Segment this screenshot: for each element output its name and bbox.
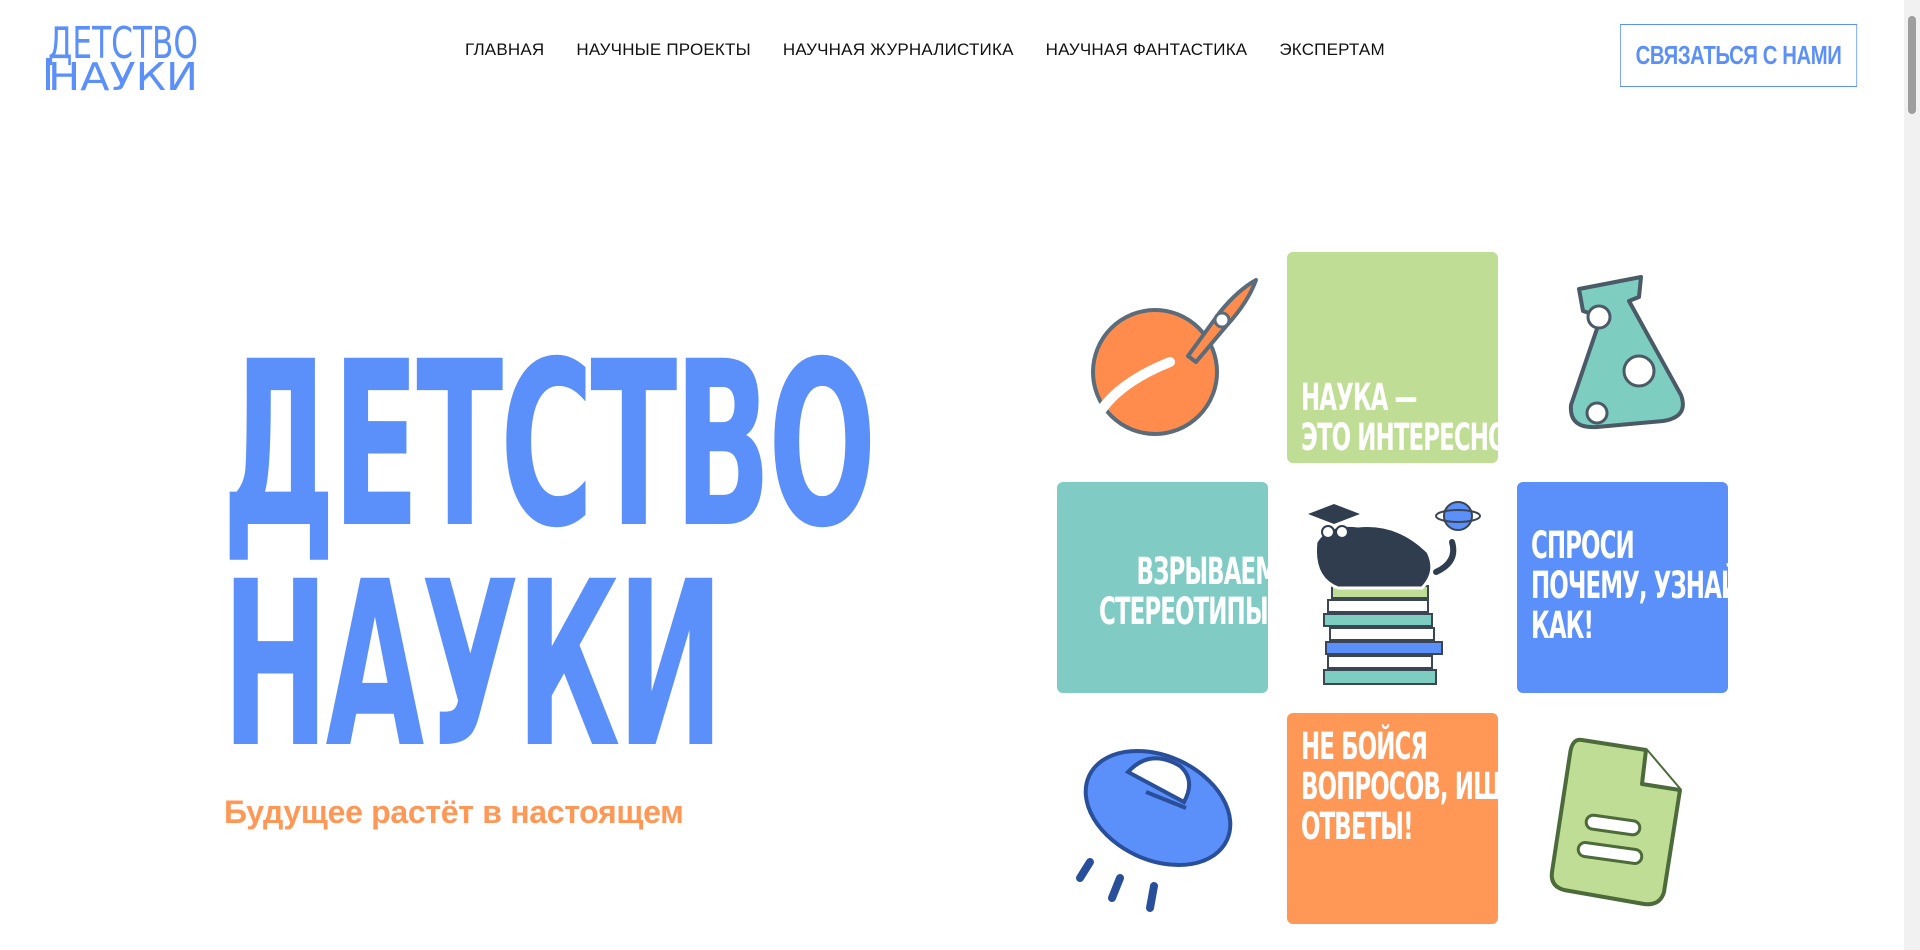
nav-item-home[interactable]: ГЛАВНАЯ bbox=[465, 40, 544, 60]
nav-item-science-journalism[interactable]: НАУЧНАЯ ЖУРНАЛИСТИКА bbox=[783, 40, 1014, 60]
site-logo[interactable]: ДЕТСТВО НАУКИ bbox=[46, 18, 202, 94]
tile-science-interesting: НАУКА — ЭТО ИНТЕРЕСНО! bbox=[1287, 252, 1517, 463]
ufo-icon bbox=[1058, 728, 1268, 933]
hero-title-line2: НАУКИ bbox=[222, 532, 724, 798]
page: ДЕТСТВО НАУКИ ГЛАВНАЯ НАУЧНЫЕ ПРОЕКТЫ НА… bbox=[0, 0, 1904, 950]
tile-ask-why: СПРОСИ ПОЧЕМУ, УЗНАЙ КАК! bbox=[1517, 482, 1740, 693]
hero-title-line1: ДЕТСТВО bbox=[222, 312, 877, 578]
tile-teal-line2: СТЕРЕОТИПЫ! bbox=[1099, 590, 1278, 633]
nav-item-science-fiction[interactable]: НАУЧНАЯ ФАНТАСТИКА bbox=[1046, 40, 1248, 60]
logo-line2: НАУКИ bbox=[48, 55, 198, 94]
tile-green-line1: НАУКА — bbox=[1301, 376, 1417, 419]
site-header: ДЕТСТВО НАУКИ ГЛАВНАЯ НАУЧНЫЕ ПРОЕКТЫ НА… bbox=[0, 0, 1904, 110]
nav-item-experts[interactable]: ЭКСПЕРТАМ bbox=[1279, 40, 1384, 60]
tile-orange-line3: ОТВЕТЫ! bbox=[1301, 805, 1414, 848]
planet-rocket-icon bbox=[1060, 262, 1270, 457]
logo-mark: ДЕТСТВО НАУКИ bbox=[46, 18, 198, 94]
cat-on-books-icon bbox=[1288, 492, 1488, 697]
scrollbar-thumb[interactable] bbox=[1908, 16, 1916, 114]
main-nav: ГЛАВНАЯ НАУЧНЫЕ ПРОЕКТЫ НАУЧНАЯ ЖУРНАЛИС… bbox=[465, 40, 1385, 60]
tile-blue-text: СПРОСИ ПОЧЕМУ, УЗНАЙ КАК! bbox=[1531, 524, 1740, 647]
contact-us-button[interactable]: СВЯЗАТЬСЯ С НАМИ bbox=[1620, 24, 1858, 87]
hero-title: ДЕТСТВО НАУКИ bbox=[222, 312, 982, 798]
tile-green-text: НАУКА — ЭТО ИНТЕРЕСНО! bbox=[1301, 376, 1517, 459]
tile-orange-text: НЕ БОЙСЯ ВОПРОСОВ, ИЩИ ОТВЕТЫ! bbox=[1301, 725, 1522, 848]
tile-dont-fear-questions: НЕ БОЙСЯ ВОПРОСОВ, ИЩИ ОТВЕТЫ! bbox=[1287, 713, 1522, 924]
tile-orange-line2: ВОПРОСОВ, ИЩИ bbox=[1301, 765, 1522, 808]
nav-item-science-projects[interactable]: НАУЧНЫЕ ПРОЕКТЫ bbox=[576, 40, 750, 60]
flask-icon bbox=[1535, 255, 1735, 460]
tile-teal-line1: ВЗРЫВАЕМ bbox=[1136, 550, 1279, 593]
tile-orange-line1: НЕ БОЙСЯ bbox=[1301, 725, 1428, 768]
document-icon bbox=[1530, 718, 1710, 933]
tile-teal-text: ВЗРЫВАЕМ СТЕРЕОТИПЫ! bbox=[1099, 550, 1279, 633]
hero-subtitle: Будущее растёт в настоящем bbox=[224, 794, 684, 830]
tile-blue-line2: ПОЧЕМУ, УЗНАЙ bbox=[1531, 564, 1740, 607]
tile-blue-line1: СПРОСИ bbox=[1531, 524, 1635, 567]
tile-break-stereotypes: ВЗРЫВАЕМ СТЕРЕОТИПЫ! bbox=[1057, 482, 1278, 693]
page-scrollbar[interactable] bbox=[1904, 0, 1920, 950]
tile-blue-line3: КАК! bbox=[1531, 604, 1594, 647]
tile-green-line2: ЭТО ИНТЕРЕСНО! bbox=[1301, 416, 1517, 459]
